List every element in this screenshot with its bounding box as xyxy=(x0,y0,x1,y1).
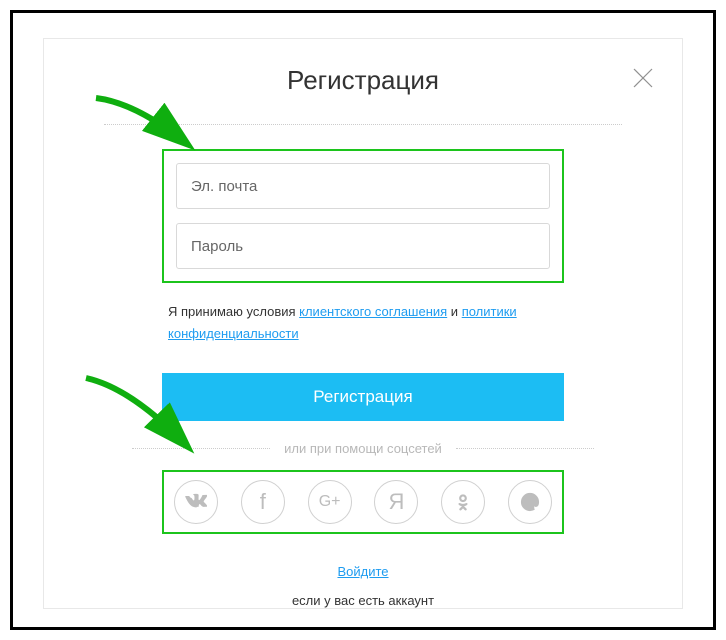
terms-text: Я принимаю условия клиентского соглашени… xyxy=(168,301,558,345)
odnoklassniki-icon xyxy=(452,491,474,513)
form-area: Я принимаю условия клиентского соглашени… xyxy=(162,149,564,608)
social-mailru-button[interactable] xyxy=(508,480,552,524)
register-button[interactable]: Регистрация xyxy=(162,373,564,421)
credentials-highlight xyxy=(162,149,564,283)
social-highlight: f G+ Я xyxy=(162,470,564,534)
registration-modal: Регистрация Я принимаю условия клиентско… xyxy=(43,38,683,609)
social-divider-label: или при помощи соцсетей xyxy=(270,441,456,456)
facebook-icon: f xyxy=(260,491,266,513)
social-yandex-button[interactable]: Я xyxy=(374,480,418,524)
terms-prefix: Я принимаю условия xyxy=(168,304,299,319)
divider-line xyxy=(104,124,622,125)
social-google-button[interactable]: G+ xyxy=(308,480,352,524)
social-ok-button[interactable] xyxy=(441,480,485,524)
terms-link-agreement[interactable]: клиентского соглашения xyxy=(299,304,447,319)
has-account-text: если у вас есть аккаунт xyxy=(162,593,564,608)
mailru-icon xyxy=(519,491,541,513)
password-field[interactable] xyxy=(176,223,550,269)
social-facebook-button[interactable]: f xyxy=(241,480,285,524)
google-plus-icon: G+ xyxy=(319,494,341,510)
modal-title: Регистрация xyxy=(104,65,622,96)
login-link[interactable]: Войдите xyxy=(162,564,564,579)
close-icon[interactable] xyxy=(632,67,654,89)
email-field[interactable] xyxy=(176,163,550,209)
social-divider: или при помощи соцсетей xyxy=(132,441,594,456)
vk-icon xyxy=(185,491,207,513)
terms-mid: и xyxy=(447,304,462,319)
frame: Регистрация Я принимаю условия клиентско… xyxy=(10,10,716,630)
yandex-icon: Я xyxy=(388,491,404,513)
social-vk-button[interactable] xyxy=(174,480,218,524)
